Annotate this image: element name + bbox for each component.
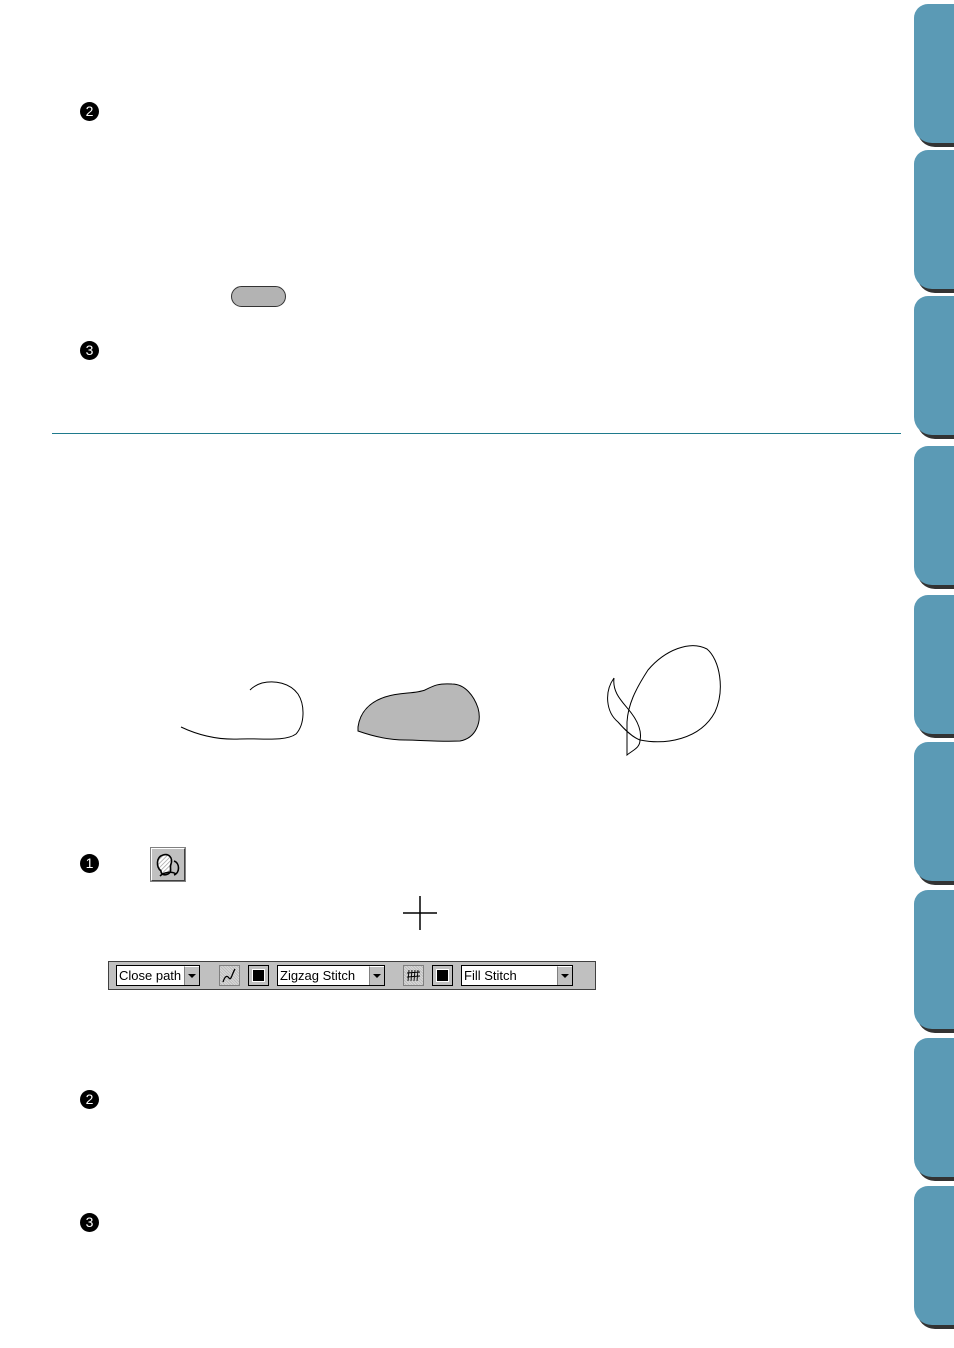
side-tab-5[interactable] <box>914 595 954 734</box>
freehand-curve-tool-button[interactable] <box>150 847 186 882</box>
line-sew-type-icon <box>222 968 236 983</box>
side-tab-4[interactable] <box>914 446 954 585</box>
crosshair-icon <box>403 896 437 930</box>
open-path-curve <box>180 681 304 740</box>
line-stitch-value: Zigzag Stitch <box>280 968 356 983</box>
region-stitch-value: Fill Stitch <box>464 968 517 983</box>
step-number-1: 1 <box>80 854 99 873</box>
path-mode-select[interactable]: Close path <box>116 965 200 986</box>
region-stitch-select[interactable]: Fill Stitch <box>461 965 573 986</box>
chevron-down-icon[interactable] <box>557 966 572 985</box>
path-mode-value: Close path <box>119 968 182 983</box>
side-tab-9[interactable] <box>914 1186 954 1325</box>
figures-illustration <box>180 645 721 757</box>
filled-shape <box>357 683 480 742</box>
region-color-button[interactable] <box>432 965 453 986</box>
sewing-attributes-toolbar: Close path Zigzag Stitch Fill Stitch <box>108 961 596 990</box>
step-number-3: 3 <box>80 1213 99 1232</box>
side-tab-2[interactable] <box>914 150 954 289</box>
region-sew-type-button[interactable] <box>403 965 424 986</box>
region-color-icon <box>436 969 449 982</box>
line-stitch-select[interactable]: Zigzag Stitch <box>277 965 385 986</box>
looped-path <box>607 645 721 757</box>
side-tab-6[interactable] <box>914 742 954 881</box>
side-tab-1[interactable] <box>914 4 954 143</box>
chevron-down-icon[interactable] <box>184 966 199 985</box>
chevron-down-icon[interactable] <box>369 966 384 985</box>
line-color-icon <box>252 969 265 982</box>
line-color-button[interactable] <box>248 965 269 986</box>
side-tab-3[interactable] <box>914 296 954 435</box>
side-tab-8[interactable] <box>914 1038 954 1177</box>
region-sew-type-icon <box>406 969 421 982</box>
line-sew-type-button[interactable] <box>219 965 240 986</box>
freehand-curve-tool-icon <box>156 853 180 877</box>
side-tab-7[interactable] <box>914 890 954 1029</box>
step-number-2: 2 <box>80 1090 99 1109</box>
